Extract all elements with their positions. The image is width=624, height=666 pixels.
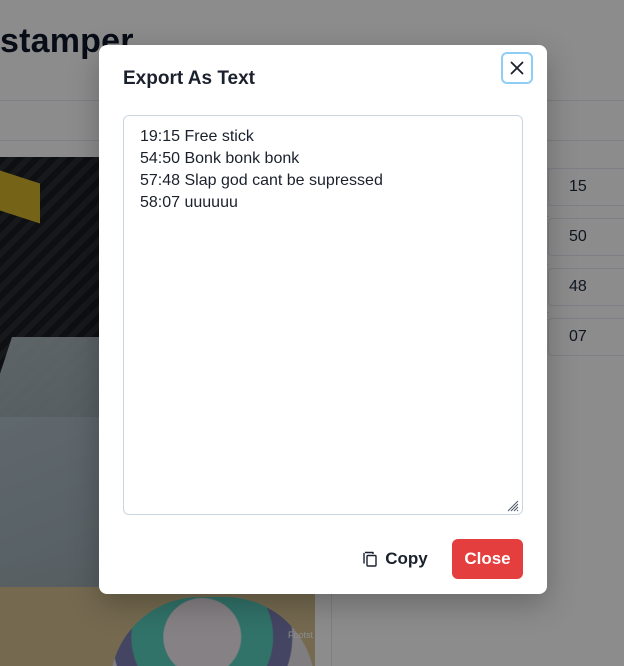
- export-textarea[interactable]: [123, 115, 523, 515]
- close-icon: [510, 61, 524, 75]
- page: stamper Footst 15 50 48 07 Export As Tex…: [0, 0, 624, 666]
- modal-title: Export As Text: [123, 68, 255, 89]
- resize-grip-icon[interactable]: [505, 498, 519, 512]
- copy-button[interactable]: Copy: [359, 539, 431, 579]
- export-modal: Export As Text Copy Close: [99, 45, 547, 594]
- modal-close-button[interactable]: [501, 52, 533, 84]
- copy-icon: [362, 551, 378, 567]
- copy-button-label: Copy: [385, 549, 428, 568]
- close-button[interactable]: Close: [452, 539, 523, 579]
